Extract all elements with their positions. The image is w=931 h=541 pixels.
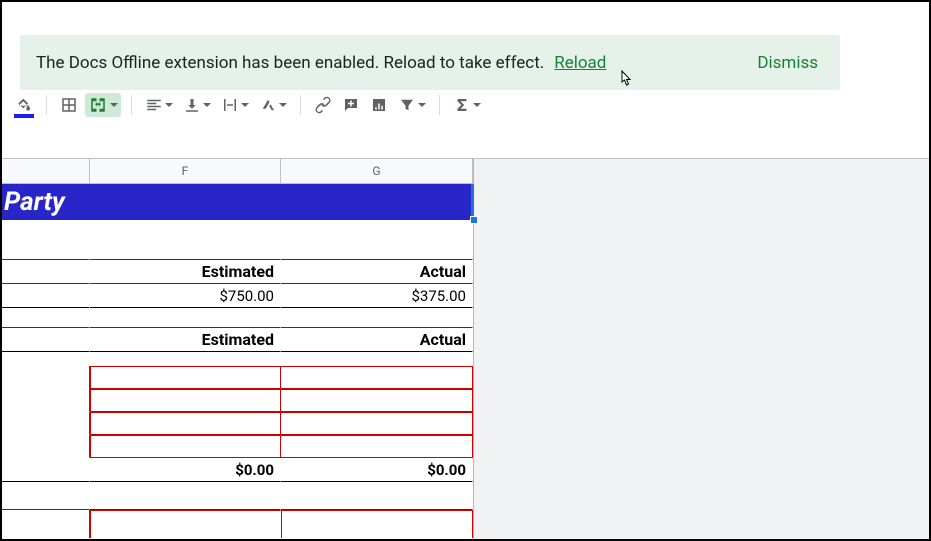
toolbar-separator [131, 95, 132, 115]
vertical-align-button[interactable] [180, 93, 214, 117]
section2-headers[interactable]: Estimated Actual [2, 328, 473, 352]
data-row[interactable] [2, 510, 473, 538]
insert-chart-button[interactable] [367, 93, 391, 117]
blank-row[interactable] [2, 482, 473, 510]
section2-totals[interactable]: $0.00 $0.00 [2, 458, 473, 482]
estimated-header-2[interactable]: Estimated [90, 328, 281, 352]
selection-fill-handle[interactable] [470, 216, 478, 224]
total-estimated[interactable]: $0.00 [90, 458, 281, 482]
chevron-down-icon [418, 103, 426, 107]
offline-extension-notification: The Docs Offline extension has been enab… [20, 35, 840, 90]
toolbar-separator [300, 95, 301, 115]
chevron-down-icon [279, 103, 287, 107]
chevron-down-icon [241, 103, 249, 107]
actual-header-2[interactable]: Actual [281, 328, 473, 352]
data-row[interactable] [2, 412, 473, 435]
section1-values[interactable]: $750.00 $375.00 [2, 284, 473, 308]
total-actual[interactable]: $0.00 [281, 458, 473, 482]
chevron-down-icon [165, 103, 173, 107]
horizontal-align-button[interactable] [142, 93, 176, 117]
chevron-down-icon [110, 103, 118, 107]
actual-header-1[interactable]: Actual [281, 260, 473, 284]
column-header-F[interactable]: F [90, 159, 281, 184]
dismiss-button[interactable]: Dismiss [757, 53, 818, 73]
notification-message: The Docs Offline extension has been enab… [36, 53, 544, 73]
estimated-value[interactable]: $750.00 [90, 284, 281, 308]
party-title-cell[interactable]: Party [2, 184, 473, 220]
merge-cells-button[interactable] [85, 93, 121, 117]
formatting-toolbar [12, 92, 484, 118]
insert-link-button[interactable] [311, 93, 335, 117]
fill-color-swatch [14, 114, 34, 118]
estimated-header-1[interactable]: Estimated [90, 260, 281, 284]
text-rotation-button[interactable] [256, 93, 290, 117]
data-row[interactable] [2, 435, 473, 458]
functions-button[interactable] [450, 93, 484, 117]
toolbar-separator [46, 95, 47, 115]
blank-row[interactable] [2, 308, 473, 328]
spreadsheet-grid[interactable]: F G Party Estimated Actual $750.00 $375.… [2, 158, 473, 539]
borders-button[interactable] [57, 93, 81, 117]
actual-value[interactable]: $375.00 [281, 284, 473, 308]
create-filter-button[interactable] [395, 93, 429, 117]
data-row[interactable] [2, 366, 473, 389]
title-row[interactable]: Party [2, 184, 473, 220]
chevron-down-icon [203, 103, 211, 107]
text-wrap-button[interactable] [218, 93, 252, 117]
section1-headers[interactable]: Estimated Actual [2, 260, 473, 284]
column-headers: F G [2, 158, 473, 184]
column-header-blank[interactable] [2, 159, 90, 184]
fill-color-button[interactable] [12, 93, 36, 117]
insert-comment-button[interactable] [339, 93, 363, 117]
selection-edge [471, 184, 474, 220]
chevron-down-icon [473, 103, 481, 107]
blank-row[interactable] [2, 352, 473, 366]
blank-row[interactable] [2, 220, 473, 260]
toolbar-separator [439, 95, 440, 115]
column-header-G[interactable]: G [281, 159, 473, 184]
data-row[interactable] [2, 389, 473, 412]
inactive-sheet-area [473, 158, 929, 539]
reload-link[interactable]: Reload [554, 53, 606, 73]
